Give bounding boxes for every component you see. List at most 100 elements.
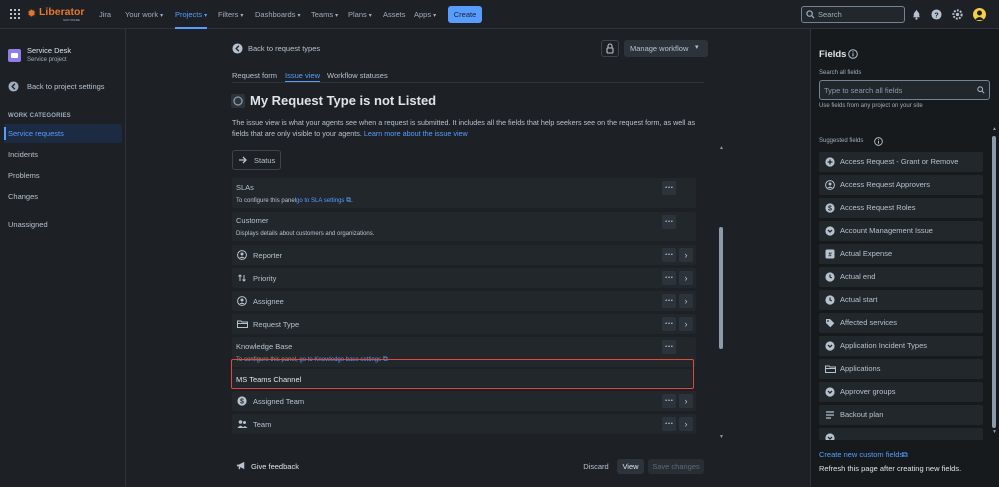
suggested-field-label: Applications — [840, 364, 881, 373]
suggested-fields-heading: Suggested fields — [819, 138, 864, 144]
fields-panel-title: Fields — [819, 49, 847, 60]
suggested-field-label: Access Request Approvers — [840, 180, 931, 189]
logo-subtext: SOFTWARE — [63, 18, 80, 22]
fields-panel-scrollbar[interactable]: ▲ ▼ — [991, 126, 997, 436]
settings-gear-icon[interactable] — [952, 9, 963, 20]
lock-button[interactable] — [601, 40, 619, 57]
folder-icon — [825, 364, 836, 374]
clock-icon — [825, 272, 835, 282]
megaphone-icon — [236, 460, 247, 471]
issue-view-description: The issue view is what your agents see w… — [232, 117, 702, 139]
chevron-down-icon: ▾ — [335, 13, 339, 19]
suggested-field-item[interactable]: Applications — [819, 359, 983, 379]
info-icon[interactable] — [874, 137, 883, 146]
suggested-field-item[interactable]: Approver groups — [819, 382, 983, 402]
create-custom-fields-link[interactable]: Create new custom fields ⧉ — [819, 450, 929, 461]
nav-your-work[interactable]: Your work ▾ — [125, 0, 163, 29]
project-type: Service project — [27, 57, 67, 63]
project-avatar-icon — [8, 49, 21, 62]
nav-filters[interactable]: Filters ▾ — [218, 0, 243, 29]
nav-projects[interactable]: Projects ▾ — [175, 0, 208, 29]
tab-issue-view[interactable]: Issue view — [285, 71, 320, 80]
svg-text:$: $ — [828, 206, 832, 213]
search-placeholder: Search — [818, 10, 842, 19]
user-circle-icon — [825, 180, 835, 190]
suggested-field-item-partial[interactable] — [819, 428, 983, 440]
back-to-settings-link[interactable]: Back to project settings — [8, 81, 120, 93]
suggested-field-item[interactable]: Actual start — [819, 290, 983, 310]
view-button[interactable]: View — [617, 459, 644, 474]
chevron-down-icon: ▾ — [204, 13, 208, 19]
scroll-down-icon: ▼ — [992, 429, 997, 435]
project-name[interactable]: Service Desk — [27, 46, 71, 55]
suggested-field-label: Access Request - Grant or Remove — [840, 157, 959, 166]
dollar-circle-icon: $ — [825, 203, 835, 213]
notifications-icon[interactable] — [911, 9, 922, 20]
learn-more-link[interactable]: Learn more about the issue view — [364, 129, 468, 138]
suggested-field-item[interactable]: Actual end — [819, 267, 983, 287]
company-logo[interactable]: ✹ Liberator SOFTWARE — [27, 6, 87, 24]
suggested-field-item[interactable]: Account Management Issue — [819, 221, 983, 241]
nav-label: Teams — [311, 10, 334, 19]
help-icon[interactable]: ? — [931, 9, 942, 20]
nav-apps[interactable]: Apps ▾ — [414, 0, 436, 29]
selected-indicator — [4, 127, 6, 140]
search-fields-input[interactable]: Type to search all fields — [819, 80, 990, 100]
suggested-field-label: Application Incident Types — [840, 341, 928, 350]
paragraph-icon — [825, 410, 835, 420]
suggested-field-label: Actual end — [840, 272, 876, 281]
nav-plans[interactable]: Plans ▾ — [348, 0, 372, 29]
back-to-settings-label: Back to project settings — [27, 82, 105, 91]
chevron-circle-icon — [825, 341, 835, 351]
search-fields-label: Search all fields — [819, 70, 862, 76]
back-to-request-types-label: Back to request types — [248, 44, 321, 53]
suggested-field-item[interactable]: $ Access Request Roles — [819, 198, 983, 218]
discard-button[interactable]: Discard — [580, 459, 612, 474]
logo-mark-icon: ✹ — [27, 8, 37, 20]
app-switcher-icon[interactable] — [10, 9, 20, 19]
nav-label: Filters — [218, 10, 239, 19]
product-name: Jira — [99, 10, 112, 19]
scroll-thumb[interactable] — [992, 136, 996, 428]
number-icon: # — [825, 249, 835, 259]
suggested-field-item[interactable]: Access Request - Grant or Remove — [819, 152, 983, 172]
suggested-field-item[interactable]: Affected services — [819, 313, 983, 333]
external-link-icon: ⧉ — [902, 450, 908, 459]
create-button[interactable]: Create — [448, 6, 482, 23]
chevron-circle-icon — [825, 226, 835, 236]
suggested-field-label: Backout plan — [840, 410, 884, 419]
avatar[interactable] — [973, 8, 986, 21]
suggested-field-item[interactable]: Backout plan — [819, 405, 983, 425]
chevron-down-icon: ▾ — [695, 44, 699, 51]
nav-label: Your work — [125, 10, 159, 19]
nav-dashboards[interactable]: Dashboards ▾ — [255, 0, 300, 29]
chevron-down-icon: ▾ — [160, 13, 164, 19]
back-arrow-icon — [232, 43, 243, 54]
chevron-down-icon: ▾ — [433, 13, 437, 19]
suggested-field-label: Actual Expense — [840, 249, 893, 258]
nav-teams[interactable]: Teams ▾ — [311, 0, 338, 29]
lock-icon — [606, 43, 614, 54]
page-title: My Request Type is not Listed — [250, 93, 437, 108]
request-type-icon — [231, 94, 245, 108]
nav-label: Dashboards — [255, 10, 296, 19]
sidebar-item-service-requests[interactable]: Service requests — [4, 124, 122, 143]
chevron-circle-icon — [825, 433, 835, 440]
search-fields-hint: Use fields from any project on your site — [819, 103, 923, 109]
nav-assets[interactable]: Assets — [383, 0, 406, 29]
give-feedback-link[interactable]: Give feedback — [236, 460, 306, 472]
suggested-field-item[interactable]: Access Request Approvers — [819, 175, 983, 195]
tab-request-form[interactable]: Request form — [232, 71, 277, 80]
save-changes-button[interactable]: Save changes — [648, 459, 704, 474]
global-search-input[interactable]: Search — [801, 6, 905, 23]
scroll-up-icon: ▲ — [992, 126, 997, 132]
info-icon[interactable] — [848, 49, 858, 59]
tag-icon — [825, 318, 835, 328]
tab-workflow-statuses[interactable]: Workflow statuses — [327, 71, 388, 80]
sidebar-item-label: Service requests — [8, 129, 64, 138]
back-to-request-types-link[interactable]: Back to request types — [232, 43, 342, 55]
manage-workflow-button[interactable]: Manage workflow ▾ — [624, 40, 708, 57]
plus-circle-icon — [825, 157, 835, 167]
suggested-field-item[interactable]: # Actual Expense — [819, 244, 983, 264]
suggested-field-item[interactable]: Application Incident Types — [819, 336, 983, 356]
